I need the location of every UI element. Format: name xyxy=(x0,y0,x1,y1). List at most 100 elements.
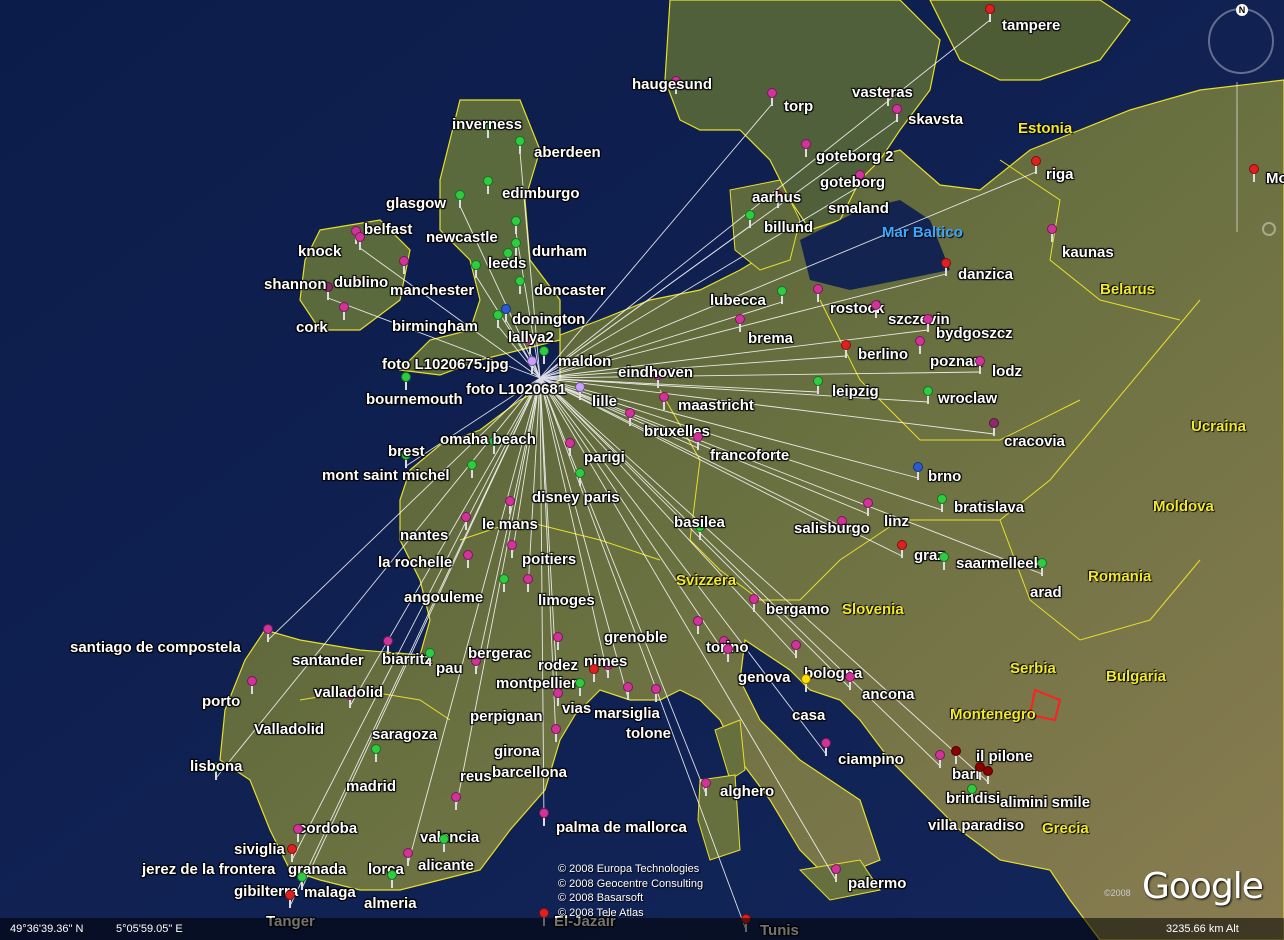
pushpin-icon[interactable] xyxy=(790,640,802,658)
pushpin-icon[interactable] xyxy=(830,864,842,882)
placemark-label-newcastle[interactable]: newcastle xyxy=(426,229,498,246)
pushpin-icon[interactable] xyxy=(470,260,482,278)
pushpin-icon[interactable] xyxy=(984,4,996,22)
placemark-label-foto-l1020681[interactable]: foto L1020681 xyxy=(466,381,566,398)
pushpin-icon[interactable] xyxy=(370,744,382,762)
placemark-label-lallya2[interactable]: lallya2 xyxy=(508,329,554,346)
pushpin-icon[interactable] xyxy=(450,792,462,810)
placemark-label-francoforte[interactable]: francoforte xyxy=(710,447,789,464)
pushpin-icon[interactable] xyxy=(776,286,788,304)
placemark-label-basilea[interactable]: basilea xyxy=(674,514,725,531)
pushpin-icon[interactable] xyxy=(386,870,398,888)
placemark-label-arad[interactable]: arad xyxy=(1030,584,1062,601)
placemark-label-aberdeen[interactable]: aberdeen xyxy=(534,144,601,161)
placemark-label-mont-saint-michel[interactable]: mont saint michel xyxy=(322,467,450,484)
pushpin-icon[interactable] xyxy=(498,574,510,592)
placemark-label-aarhus[interactable]: aarhus xyxy=(752,189,801,206)
pushpin-icon[interactable] xyxy=(514,276,526,294)
placemark-label-almeria[interactable]: almeria xyxy=(364,895,417,912)
pushpin-icon[interactable] xyxy=(1036,558,1048,576)
placemark-label-smaland[interactable]: smaland xyxy=(828,200,889,217)
pushpin-icon[interactable] xyxy=(734,314,746,332)
placemark-label-la-rochelle[interactable]: la rochelle xyxy=(378,554,452,571)
placemark-label-montpellier[interactable]: montpellier xyxy=(496,675,577,692)
placemark-label-villa-paradiso[interactable]: villa paradiso xyxy=(928,817,1024,834)
pushpin-icon[interactable] xyxy=(940,258,952,276)
pushpin-icon[interactable] xyxy=(460,512,472,530)
placemark-label-doncaster[interactable]: doncaster xyxy=(534,282,606,299)
placemark-label-haugesund[interactable]: haugesund xyxy=(632,76,712,93)
pushpin-icon[interactable] xyxy=(800,139,812,157)
pushpin-icon[interactable] xyxy=(748,594,760,612)
placemark-label-maastricht[interactable]: maastricht xyxy=(678,397,754,414)
placemark-label-ciampino[interactable]: ciampino xyxy=(838,751,904,768)
pushpin-icon[interactable] xyxy=(922,386,934,404)
placemark-label-alimini-smile[interactable]: alimini smile xyxy=(1000,794,1090,811)
pushpin-icon[interactable] xyxy=(812,376,824,394)
placemark-label-kaunas[interactable]: kaunas xyxy=(1062,244,1114,261)
placemark-label-brema[interactable]: brema xyxy=(748,330,793,347)
placemark-label-leeds[interactable]: leeds xyxy=(488,255,526,272)
placemark-label-tampere[interactable]: tampere xyxy=(1002,17,1060,34)
pushpin-icon[interactable] xyxy=(246,676,258,694)
pushpin-icon[interactable] xyxy=(526,356,538,374)
placemark-label-palermo[interactable]: palermo xyxy=(848,875,906,892)
placemark-label-brest[interactable]: brest xyxy=(388,443,425,460)
placemark-label-santander[interactable]: santander xyxy=(292,652,364,669)
pushpin-icon[interactable] xyxy=(800,674,812,692)
placemark-label-cracovia[interactable]: cracovia xyxy=(1004,433,1065,450)
pushpin-icon[interactable] xyxy=(744,210,756,228)
pushpin-icon[interactable] xyxy=(552,632,564,650)
pushpin-icon[interactable] xyxy=(284,890,296,908)
pushpin-icon[interactable] xyxy=(950,746,962,764)
placemark-label-knock[interactable]: knock xyxy=(298,243,341,260)
pushpin-icon[interactable] xyxy=(766,88,778,106)
zoom-slider[interactable] xyxy=(1236,82,1248,232)
placemark-label-maldon[interactable]: maldon xyxy=(558,353,611,370)
placemark-label-vasteras[interactable]: vasteras xyxy=(852,84,913,101)
placemark-label-malaga[interactable]: malaga xyxy=(304,884,356,901)
pushpin-icon[interactable] xyxy=(510,216,522,234)
placemark-label-lubecca[interactable]: lubecca xyxy=(710,292,766,309)
pushpin-icon[interactable] xyxy=(966,784,978,802)
placemark-label-inverness[interactable]: inverness xyxy=(452,116,522,133)
placemark-label-reus[interactable]: reus xyxy=(460,768,492,785)
pushpin-icon[interactable] xyxy=(506,540,518,558)
placemark-label-alghero[interactable]: alghero xyxy=(720,783,774,800)
placemark-label-saragoza[interactable]: saragoza xyxy=(372,726,437,743)
pushpin-icon[interactable] xyxy=(820,738,832,756)
placemark-label-santiago-de-compostela[interactable]: santiago de compostela xyxy=(70,639,241,656)
placemark-label-bydgoszcz[interactable]: bydgoszcz xyxy=(936,325,1013,342)
pushpin-icon[interactable] xyxy=(522,574,534,592)
pushpin-icon[interactable] xyxy=(400,372,412,390)
pushpin-icon[interactable] xyxy=(462,550,474,568)
pushpin-icon[interactable] xyxy=(564,438,576,456)
pushpin-icon[interactable] xyxy=(292,824,304,842)
placemark-label-saarmelleek[interactable]: saarmelleek xyxy=(956,555,1042,572)
placemark-label-goteborg[interactable]: goteborg xyxy=(820,174,885,191)
placemark-label-danzica[interactable]: danzica xyxy=(958,266,1013,283)
placemark-label-limoges[interactable]: limoges xyxy=(538,592,595,609)
pushpin-icon[interactable] xyxy=(692,432,704,450)
pushpin-icon[interactable] xyxy=(922,314,934,332)
pushpin-icon[interactable] xyxy=(1046,224,1058,242)
placemark-label-durham[interactable]: durham xyxy=(532,243,587,260)
pushpin-icon[interactable] xyxy=(812,284,824,302)
placemark-label-edimburgo[interactable]: edimburgo xyxy=(502,185,580,202)
pushpin-icon[interactable] xyxy=(538,346,550,364)
placemark-label-berlino[interactable]: berlino xyxy=(858,346,908,363)
north-indicator[interactable]: N xyxy=(1236,4,1248,16)
placemark-label-palma-de-mallorca[interactable]: palma de mallorca xyxy=(556,819,687,836)
placemark-label-bergerac[interactable]: bergerac xyxy=(468,645,531,662)
placemark-label-salisburgo[interactable]: salisburgo xyxy=(794,520,870,537)
placemark-label-angouleme[interactable]: angouleme xyxy=(404,589,483,606)
compass-control[interactable]: N xyxy=(1208,4,1274,74)
placemark-label-leipzig[interactable]: leipzig xyxy=(832,383,879,400)
pushpin-icon[interactable] xyxy=(354,232,366,250)
pushpin-icon[interactable] xyxy=(982,766,994,784)
placemark-label-jerez-de-la-frontera[interactable]: jerez de la frontera xyxy=(142,861,275,878)
map-view[interactable]: Estonia Belarus Ucraina Moldova Romania … xyxy=(0,0,1284,940)
pushpin-icon[interactable] xyxy=(974,356,986,374)
placemark-label-ancona[interactable]: ancona xyxy=(862,686,915,703)
pushpin-icon[interactable] xyxy=(574,382,586,400)
